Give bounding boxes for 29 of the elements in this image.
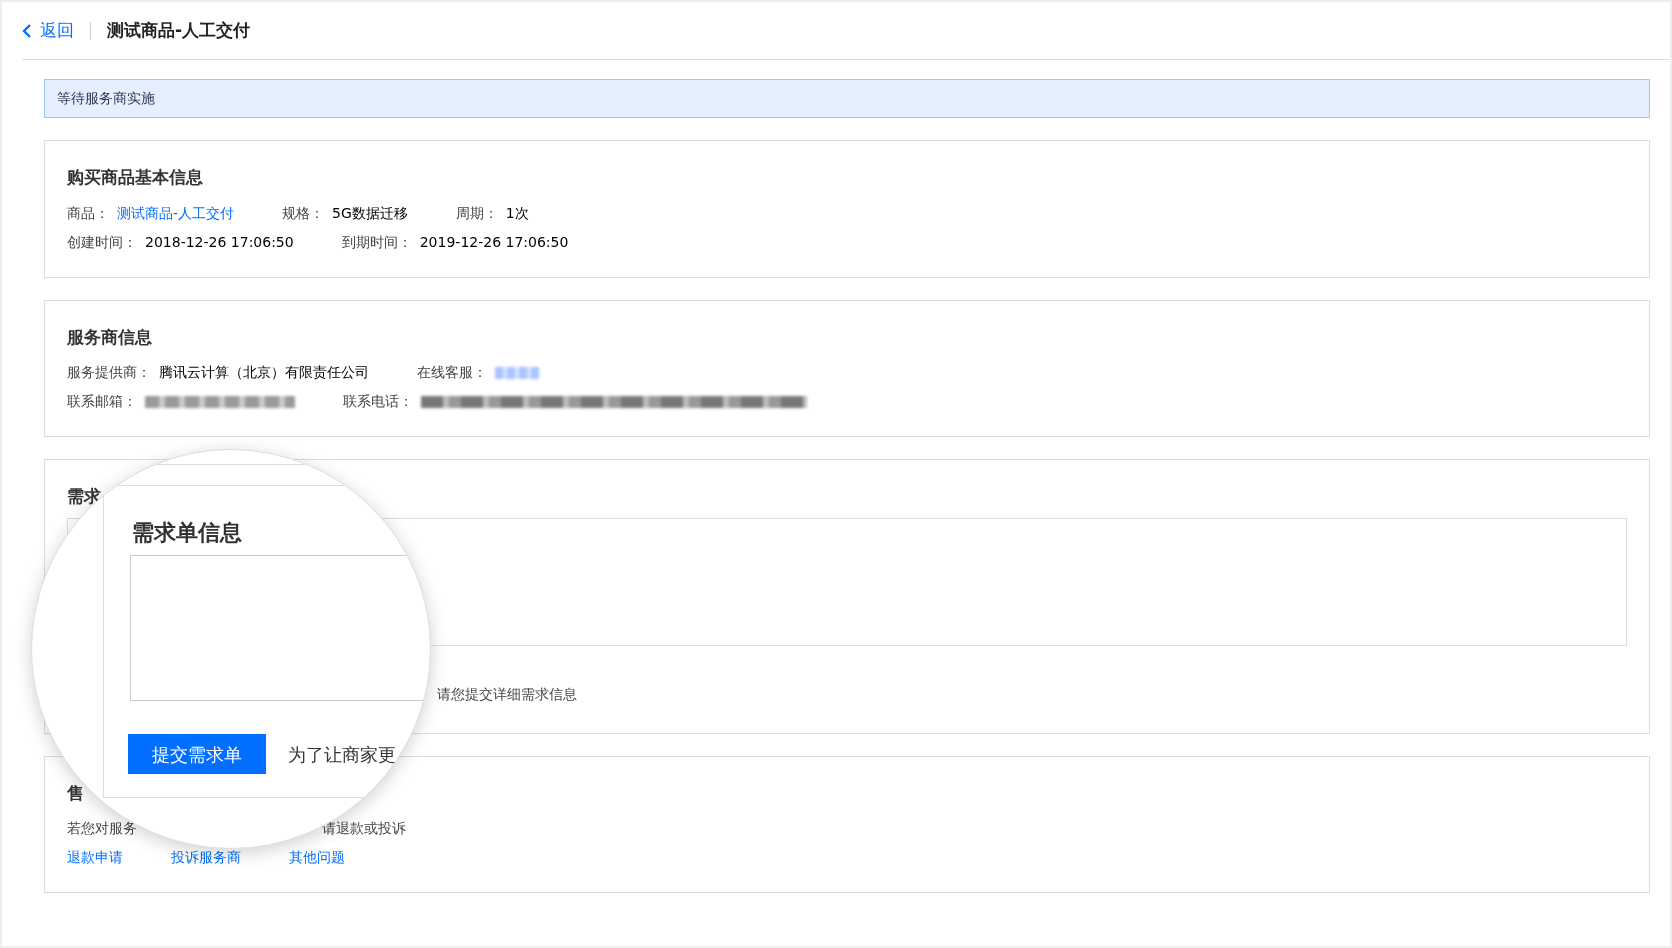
field-label: 在线客服： xyxy=(417,363,487,382)
redacted-value[interactable] xyxy=(495,366,539,379)
field-label: 周期： xyxy=(455,203,498,223)
page-title: 测试商品-人工交付 xyxy=(107,18,251,42)
field-value: 1次 xyxy=(505,203,529,223)
hint-text: 请您提交详细需求信息 xyxy=(437,684,578,704)
section-title: 售 xyxy=(67,781,85,805)
section-title: 需求 xyxy=(67,485,102,508)
field-label: 商品： xyxy=(67,203,109,223)
section-title: 购买商品基本信息 xyxy=(67,166,204,189)
field-value: 2019-12-26 17:06:50 xyxy=(419,232,569,252)
field-label: 联系邮箱： xyxy=(67,392,137,411)
field-value: 5G数据迁移 xyxy=(332,203,408,223)
status-banner: 等待服务商实施 xyxy=(44,79,1650,118)
hint-text: 为了让商家更 xyxy=(288,743,396,767)
field-value: 2018-12-26 17:06:50 xyxy=(145,232,294,252)
chevron-left-icon xyxy=(22,22,32,39)
product-link[interactable]: 测试商品-人工交付 xyxy=(117,198,235,228)
section-title: 需求单信息 xyxy=(132,519,242,547)
description-text: 若您对服务 xyxy=(67,819,137,838)
field-value: 腾讯云计算（北京）有限责任公司 xyxy=(159,363,369,382)
field-label: 创建时间： xyxy=(67,232,137,252)
section-title: 服务商信息 xyxy=(67,325,153,349)
field-label: 规格： xyxy=(282,203,325,223)
field-label: 服务提供商： xyxy=(67,363,151,382)
field-label: 到期时间： xyxy=(341,232,412,252)
submit-button[interactable]: 提交需求单 xyxy=(128,734,266,774)
back-link[interactable]: 返回 xyxy=(22,17,74,44)
field-label: 联系电话： xyxy=(343,392,413,411)
